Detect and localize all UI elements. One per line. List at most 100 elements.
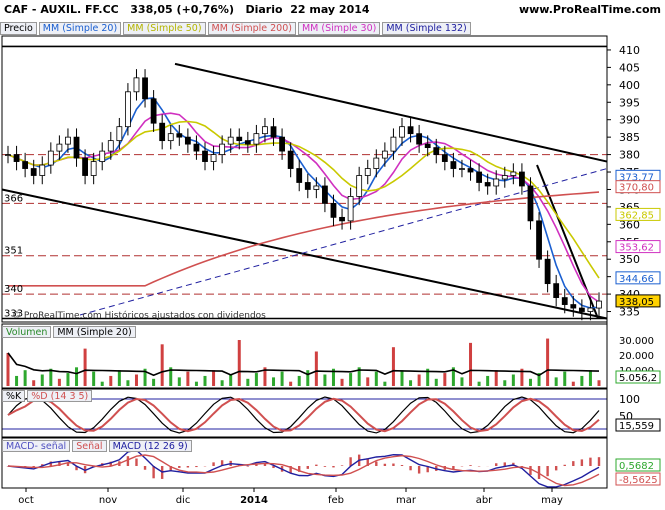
candle-body <box>304 182 311 190</box>
candle-body <box>399 126 405 138</box>
candle-body <box>373 157 380 169</box>
macd-hist-bar <box>195 466 198 468</box>
candle-body <box>22 161 29 169</box>
macd-hist-bar <box>323 466 327 467</box>
legend-k[interactable]: %K <box>2 390 26 402</box>
volume-bar <box>588 370 592 386</box>
volume-bar <box>237 340 241 386</box>
xtick-label: dic <box>176 495 191 506</box>
candle-body <box>527 185 534 222</box>
candle-body <box>47 150 54 166</box>
candle-body <box>159 122 166 142</box>
volume-bar <box>186 371 190 386</box>
xtick-label: 2014 <box>240 495 268 506</box>
macd-hist-bar <box>409 466 412 471</box>
candle-body <box>570 304 577 309</box>
volume-bar <box>109 375 113 386</box>
volume-legend: Volumen MM (Simple 20) <box>2 326 136 338</box>
candle-body <box>65 136 71 145</box>
macd-legend: MACD- señal Señal MACD (12 26 9) <box>2 440 192 452</box>
candle-body <box>501 175 508 180</box>
legend-macd-signal[interactable]: MACD- señal <box>2 440 71 452</box>
legend-macd[interactable]: MACD (12 26 9) <box>108 440 192 452</box>
candle-body <box>270 126 277 138</box>
volume-bar <box>15 375 19 386</box>
candle-body <box>142 77 148 100</box>
legend-volume-mm[interactable]: MM (Simple 20) <box>53 326 136 338</box>
candle-body <box>287 150 294 169</box>
volume-bar <box>486 375 490 386</box>
price-badge: 362,85 <box>619 210 654 221</box>
trend-lines <box>1 62 608 320</box>
macd-hist-bar <box>143 466 147 470</box>
macd-hist-bar <box>495 463 498 466</box>
macd-hist-bar <box>469 465 472 466</box>
candle-body <box>227 136 234 145</box>
macd-hist-bar <box>554 466 558 471</box>
volume-bar <box>477 381 481 386</box>
candle-body <box>578 307 585 312</box>
volume-bar <box>160 344 164 386</box>
volume-bar <box>203 375 207 386</box>
candles <box>5 69 602 321</box>
candle-body <box>184 136 191 145</box>
candle-body <box>236 136 243 142</box>
candle-body <box>561 297 568 305</box>
level-label: 333 <box>4 309 23 320</box>
volume-bar <box>212 370 216 386</box>
volume-bar <box>366 377 370 386</box>
candle-body <box>253 133 260 145</box>
candle-body <box>82 157 88 176</box>
price-badge: 344,66 <box>619 274 654 285</box>
candle-body <box>450 161 457 169</box>
volume-bar <box>92 371 96 386</box>
candle-body <box>416 133 423 145</box>
signal-line <box>7 454 600 487</box>
price-badge: 338,05 <box>619 297 654 308</box>
candle-body <box>219 143 226 155</box>
candle-body <box>356 175 363 197</box>
candle-body <box>5 154 11 156</box>
volume-bar <box>546 338 550 386</box>
macd-hist-bar <box>375 461 378 466</box>
price-badge: 353,62 <box>619 243 654 254</box>
volume-bar <box>409 380 413 386</box>
macd-hist-bar <box>332 466 335 468</box>
legend-signal[interactable]: Señal <box>72 440 107 452</box>
macd-hist-bar <box>186 466 190 468</box>
macd-hist-bar <box>589 457 592 466</box>
candle-body <box>381 150 388 159</box>
volume-bar <box>83 348 87 386</box>
ytick-label: 410 <box>619 44 640 57</box>
candle-body <box>484 182 491 187</box>
candle-body <box>210 154 217 162</box>
level-label: 351 <box>4 246 23 257</box>
candle-body <box>107 140 114 152</box>
candle-body <box>116 126 123 142</box>
candle-body <box>544 258 551 285</box>
candle-body <box>296 168 303 183</box>
level-label: 366 <box>4 193 23 204</box>
macd-badge-2: -8,5625 <box>619 475 658 486</box>
ma30-line <box>7 112 600 303</box>
legend-d[interactable]: %D (14 3 5) <box>27 390 93 402</box>
ma200-line <box>8 191 600 287</box>
trendline-steep <box>536 164 599 319</box>
candle-body <box>510 171 517 176</box>
volume-bar <box>280 371 284 386</box>
volume-bar <box>297 375 301 386</box>
candle-body <box>433 147 440 155</box>
volume-bar <box>417 374 421 386</box>
candle-body <box>536 220 542 260</box>
macd-hist-bar <box>529 466 532 475</box>
volume-bar <box>554 377 558 386</box>
stochastic-lines <box>2 396 607 434</box>
volume-bar <box>391 347 395 386</box>
volume-bar <box>75 367 79 386</box>
volume-ma-line <box>7 352 600 377</box>
legend-volumen[interactable]: Volumen <box>2 326 52 338</box>
stoch-badge: 15,559 <box>619 421 654 432</box>
ytick-label: 400 <box>619 79 640 92</box>
candle-body <box>279 136 285 152</box>
candle-body <box>459 168 465 170</box>
